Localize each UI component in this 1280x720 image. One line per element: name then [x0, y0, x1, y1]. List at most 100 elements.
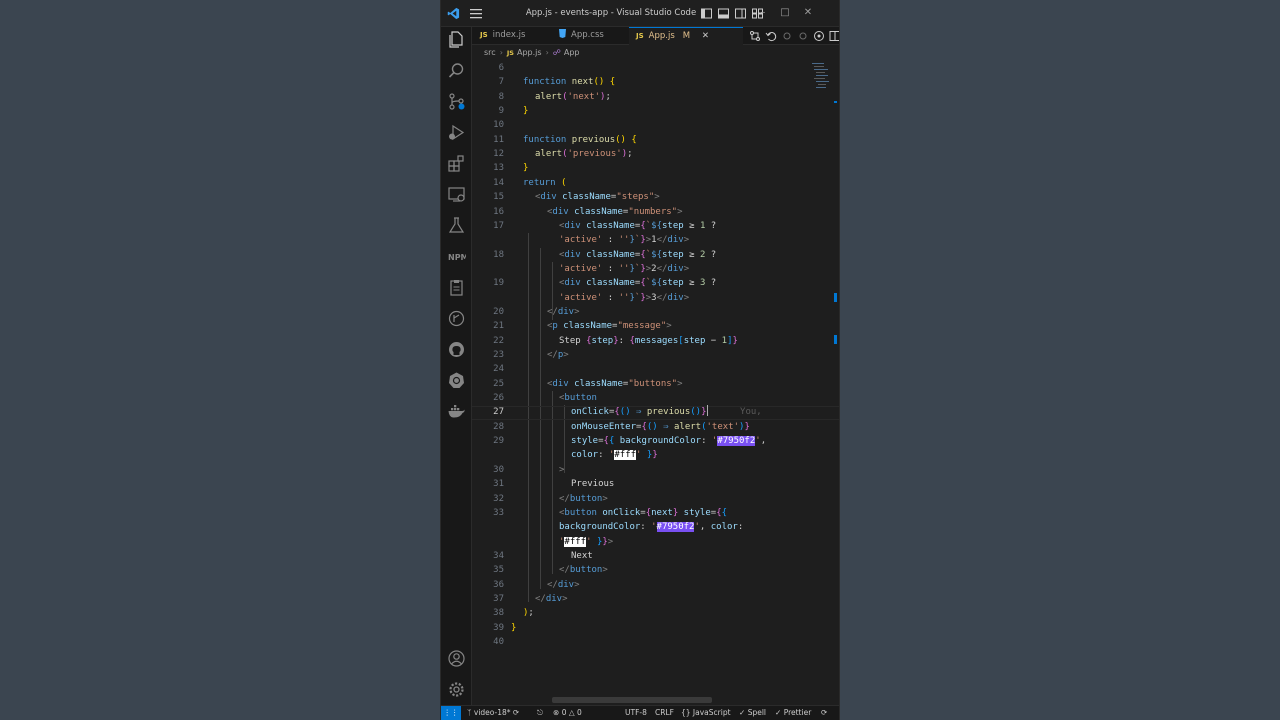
code-line: 12 alert('previous');	[493, 149, 633, 160]
js-file-icon: JS	[480, 31, 488, 39]
next-change-icon[interactable]	[797, 30, 809, 42]
activity-bar: NPM	[441, 27, 472, 705]
code-line: 16 <div className="numbers">	[493, 206, 683, 217]
tab-close-icon[interactable]: ✕	[702, 31, 709, 41]
accounts-icon[interactable]	[447, 649, 466, 668]
toggle-secondary-sidebar-icon[interactable]	[734, 7, 747, 20]
code-line: 39}	[493, 622, 517, 633]
explorer-icon[interactable]	[447, 30, 466, 49]
code-line: 'active' : ''}`}>3</div>	[559, 292, 690, 303]
tab-label: App.css	[571, 30, 604, 40]
breadcrumb-separator-icon: ›	[499, 48, 503, 57]
git-lens-icon[interactable]	[813, 30, 825, 42]
code-line: 8 alert('next');	[498, 91, 611, 102]
code-line: 32 </button>	[493, 493, 608, 504]
maximize-icon[interactable]: □	[778, 6, 792, 20]
code-line: 20 </div>	[493, 306, 580, 317]
minimap[interactable]	[812, 61, 832, 101]
docker-icon[interactable]	[447, 402, 466, 421]
horizontal-scrollbar[interactable]	[552, 697, 712, 703]
code-line: 7 function next() {	[498, 77, 616, 88]
run-and-debug-icon[interactable]	[447, 123, 466, 142]
code-line: '#fff' }}>	[559, 536, 614, 547]
color-swatch-white[interactable]: #fff	[614, 450, 637, 461]
code-line: 22 Step {step}: {messages[step − 1]}	[493, 335, 738, 346]
symbol-icon: ☍	[552, 48, 561, 57]
spell-status[interactable]: ✓ Spell	[739, 706, 766, 720]
code-line: 37 </div>	[493, 593, 568, 604]
minimize-icon[interactable]: –	[756, 6, 770, 20]
code-line: 21 <p className="message">	[493, 321, 672, 332]
breadcrumb-file[interactable]: App.js	[517, 48, 542, 57]
search-icon[interactable]	[447, 61, 466, 80]
vscode-window: App.js - events-app - Visual Studio Code…	[440, 0, 840, 720]
encoding-status[interactable]: UTF-8	[625, 706, 647, 720]
text-cursor	[706, 405, 708, 417]
check-icon: ✓	[739, 708, 746, 717]
npm-scripts-icon[interactable]: NPM	[447, 247, 469, 266]
code-line: backgroundColor: '#7950f2', color:	[559, 522, 744, 533]
prettier-status[interactable]: ✓ Prettier	[775, 706, 811, 720]
code-line: 30 >	[493, 464, 565, 475]
language-mode-status[interactable]: {} JavaScript	[681, 706, 731, 720]
code-line: 33 <button onClick={next} style={{	[493, 507, 728, 518]
clipboard-icon[interactable]	[447, 278, 466, 297]
timeline-icon[interactable]	[447, 309, 466, 328]
settings-gear-icon[interactable]	[447, 680, 466, 699]
color-swatch-white[interactable]: #fff	[564, 536, 587, 547]
close-icon[interactable]: ✕	[801, 6, 815, 20]
code-line: 31 Previous	[493, 479, 615, 490]
testing-icon[interactable]	[447, 216, 466, 235]
git-graph-icon[interactable]: ⎋	[537, 706, 543, 720]
code-line: 'active' : ''}`}>2</div>	[559, 263, 690, 274]
vertical-scrollbar[interactable]	[834, 101, 837, 701]
check-all-icon: ✓	[775, 708, 782, 717]
breadcrumb-symbol[interactable]: App	[564, 48, 580, 57]
tab-label: App.js	[648, 31, 675, 41]
breadcrumb-separator-icon: ›	[545, 48, 549, 57]
code-editor[interactable]: 6 7 function next() { 8 alert('next'); 9} …	[472, 61, 839, 705]
eol-status[interactable]: CRLF	[655, 706, 674, 720]
code-line: 'active' : ''}`}>1</div>	[559, 235, 690, 246]
js-file-icon: JS	[636, 32, 644, 40]
problems-status[interactable]: ⊗ 0 △ 0	[553, 706, 582, 720]
color-swatch-purple[interactable]: #7950f2	[717, 436, 756, 447]
code-line: 17 <div className={`${step ≥ 1 ?	[493, 220, 717, 231]
code-line: 23 </p>	[493, 350, 569, 360]
tab-index-js[interactable]: JS index.js	[480, 27, 555, 45]
code-line: 10	[493, 120, 504, 131]
extensions-icon[interactable]	[447, 154, 466, 173]
code-line: 36 </div>	[493, 579, 580, 590]
remote-explorer-icon[interactable]	[447, 185, 466, 204]
toggle-primary-sidebar-icon[interactable]	[700, 7, 713, 20]
code-line: 19 <div className={`${step ≥ 3 ?	[493, 278, 717, 289]
code-line: 11 function previous() {	[493, 134, 637, 145]
open-changes-icon[interactable]	[749, 30, 761, 42]
code-line: 40	[493, 637, 504, 647]
breadcrumb-folder[interactable]: src	[484, 48, 496, 57]
code-line: color: '#fff' }}	[571, 450, 658, 461]
git-blame-ghost-text: You,	[740, 407, 768, 418]
previous-change-icon[interactable]	[781, 30, 793, 42]
github-icon[interactable]	[447, 340, 466, 359]
branch-status[interactable]: ᛉ video-18* ⟳	[467, 706, 519, 720]
title-bar: App.js - events-app - Visual Studio Code…	[441, 0, 839, 27]
code-line: 13}	[493, 163, 529, 174]
source-control-icon[interactable]	[447, 92, 466, 111]
tab-app-css[interactable]: App.css	[559, 27, 629, 45]
toggle-panel-icon[interactable]	[717, 7, 730, 20]
remote-indicator-icon[interactable]: ⋮⋮	[441, 706, 461, 720]
code-line: 34 Next	[493, 550, 593, 561]
notifications-bell-icon[interactable]: ⟳	[821, 706, 827, 720]
color-swatch-purple[interactable]: #7950f2	[656, 522, 695, 533]
kubernetes-icon[interactable]	[447, 371, 466, 390]
code-line: 26 <button	[493, 393, 597, 404]
revert-icon[interactable]	[765, 30, 777, 42]
error-icon: ⊗	[553, 708, 560, 717]
split-editor-icon[interactable]	[829, 30, 839, 42]
layout-controls	[700, 7, 764, 20]
status-bar: ⋮⋮ ᛉ video-18* ⟳ ⎋ ⊗ 0 △ 0 UTF-8 CRLF {}…	[441, 705, 839, 720]
tab-label: index.js	[492, 30, 526, 40]
code-line: 35 </button>	[493, 565, 608, 576]
tab-app-js[interactable]: JS App.js M ✕	[629, 27, 743, 45]
